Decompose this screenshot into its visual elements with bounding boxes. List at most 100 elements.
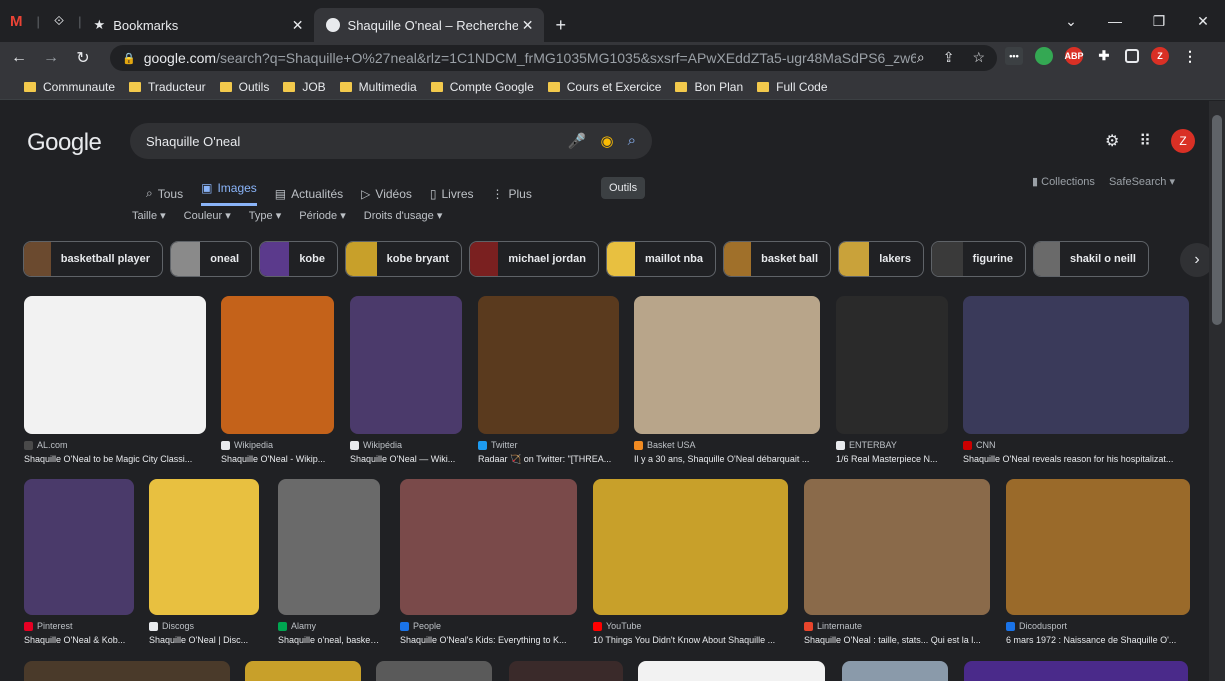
- safesearch-menu[interactable]: SafeSearch ▾: [1109, 175, 1175, 188]
- bookmark-folder[interactable]: Communaute: [24, 80, 115, 94]
- extension-colorful-icon[interactable]: [1035, 47, 1053, 65]
- related-chip[interactable]: shakil o neill: [1033, 241, 1149, 277]
- tab-bookmarks[interactable]: ★ Bookmarks ✕: [82, 8, 314, 42]
- bookmark-folder[interactable]: Compte Google: [430, 80, 534, 94]
- filter-rights[interactable]: Droits d'usage ▾: [364, 209, 443, 222]
- extensions-puzzle-icon[interactable]: ✚: [1095, 47, 1113, 65]
- back-icon[interactable]: ←: [6, 49, 32, 67]
- tab-more[interactable]: ⋮ Plus: [492, 181, 532, 206]
- google-account-avatar[interactable]: Z: [1171, 129, 1195, 153]
- tab-news[interactable]: ▤ Actualités: [275, 181, 343, 206]
- result-title[interactable]: Shaquille O'Neal - Wikip...: [221, 454, 334, 464]
- related-chip[interactable]: michael jordan: [469, 241, 599, 277]
- result-source[interactable]: Discogs: [149, 621, 259, 631]
- filter-size[interactable]: Taille ▾: [132, 209, 166, 222]
- side-panel-icon[interactable]: [1125, 49, 1139, 63]
- related-chip[interactable]: kobe bryant: [345, 241, 462, 277]
- related-chip[interactable]: lakers: [838, 241, 924, 277]
- result-title[interactable]: Shaquille O'Neal reveals reason for his …: [963, 454, 1189, 464]
- image-result-partial[interactable]: [842, 661, 948, 681]
- bookmark-folder[interactable]: Multimedia: [339, 80, 417, 94]
- restore-icon[interactable]: ❐: [1137, 13, 1181, 30]
- profile-avatar[interactable]: Z: [1151, 47, 1169, 65]
- tab-search-icon[interactable]: ⌄: [1049, 13, 1093, 30]
- image-result[interactable]: People Shaquille O'Neal's Kids: Everythi…: [400, 479, 577, 645]
- browser-menu-icon[interactable]: ⋮: [1181, 47, 1199, 65]
- image-result[interactable]: Dicodusport 6 mars 1972 : Naissance de S…: [1006, 479, 1190, 645]
- related-chip[interactable]: maillot nba: [606, 241, 716, 277]
- microphone-icon[interactable]: 🎤: [568, 132, 587, 150]
- image-result[interactable]: Twitter Radaar 🏹 on Twitter: "[THREA...: [478, 296, 619, 465]
- dev-icon[interactable]: ⟐: [54, 13, 64, 29]
- image-result-partial[interactable]: [24, 661, 230, 681]
- related-chip[interactable]: kobe: [259, 241, 338, 277]
- image-result[interactable]: YouTube 10 Things You Didn't Know About …: [593, 479, 788, 645]
- tab-all[interactable]: ⌕ Tous: [146, 181, 183, 206]
- tab-images[interactable]: ▣ Images: [201, 181, 257, 206]
- related-chip[interactable]: figurine: [931, 241, 1026, 277]
- result-title[interactable]: Shaquille o'neal, basket...: [278, 635, 380, 645]
- result-title[interactable]: Shaquille O'Neal : taille, stats... Qui …: [804, 635, 990, 645]
- result-image[interactable]: [149, 479, 259, 615]
- reload-icon[interactable]: ↻: [70, 48, 96, 68]
- tab-google-search[interactable]: Shaquille O'neal – Recherche Goo ✕: [313, 8, 544, 42]
- bookmark-folder[interactable]: Outils: [219, 80, 269, 94]
- result-title[interactable]: 10 Things You Didn't Know About Shaquill…: [593, 635, 788, 645]
- result-image[interactable]: [24, 296, 206, 434]
- result-image[interactable]: [593, 479, 788, 615]
- gmail-icon[interactable]: M: [10, 13, 23, 30]
- result-image[interactable]: [400, 479, 577, 615]
- bookmark-folder[interactable]: Full Code: [757, 80, 828, 94]
- image-result[interactable]: Basket USA Il y a 30 ans, Shaquille O'Ne…: [634, 296, 820, 464]
- bookmark-star-icon[interactable]: ☆: [972, 49, 985, 66]
- related-chip[interactable]: basket ball: [723, 241, 831, 277]
- tab-books[interactable]: ▯ Livres: [430, 181, 474, 206]
- bookmark-folder[interactable]: JOB: [283, 80, 326, 94]
- bookmark-folder[interactable]: Traducteur: [129, 80, 206, 94]
- new-tab-button[interactable]: +: [544, 8, 579, 42]
- result-source[interactable]: People: [400, 621, 577, 631]
- result-source[interactable]: Basket USA: [634, 440, 820, 450]
- zoom-search-icon[interactable]: ⌕: [917, 49, 925, 66]
- result-image[interactable]: [24, 479, 134, 615]
- lock-icon[interactable]: 🔒: [122, 52, 136, 65]
- forward-icon[interactable]: →: [38, 49, 64, 67]
- result-title[interactable]: 1/6 Real Masterpiece N...: [836, 454, 948, 464]
- bookmark-folder[interactable]: Cours et Exercice: [547, 80, 661, 94]
- image-result[interactable]: ENTERBAY 1/6 Real Masterpiece N...: [836, 296, 948, 464]
- image-result-partial[interactable]: [376, 661, 492, 681]
- result-source[interactable]: Wikipedia: [221, 440, 334, 450]
- google-logo[interactable]: Google: [27, 129, 102, 157]
- search-icon[interactable]: ⌕: [628, 132, 636, 150]
- image-result[interactable]: AL.com Shaquille O'Neal to be Magic City…: [24, 296, 206, 464]
- apps-grid-icon[interactable]: ⠿: [1139, 131, 1151, 151]
- image-result[interactable]: Pinterest Shaquille O'Neal & Kob...: [24, 479, 134, 645]
- result-image[interactable]: [836, 296, 948, 434]
- image-result[interactable]: Discogs Shaquille O'Neal | Disc...: [149, 479, 259, 645]
- result-source[interactable]: Linternaute: [804, 621, 990, 631]
- filter-time[interactable]: Période ▾: [299, 209, 346, 222]
- result-image[interactable]: [634, 296, 820, 434]
- tools-button[interactable]: Outils: [601, 177, 646, 199]
- image-result[interactable]: Linternaute Shaquille O'Neal : taille, s…: [804, 479, 990, 645]
- close-tab-icon[interactable]: ✕: [522, 17, 534, 34]
- image-result[interactable]: Alamy Shaquille o'neal, basket...: [278, 479, 380, 645]
- image-result-partial[interactable]: [509, 661, 623, 681]
- image-result-partial[interactable]: [245, 661, 361, 681]
- result-title[interactable]: Il y a 30 ans, Shaquille O'Neal débarqua…: [634, 454, 820, 464]
- result-image[interactable]: [963, 296, 1189, 434]
- share-icon[interactable]: ⇪: [943, 49, 955, 66]
- search-input[interactable]: Shaquille O'neal: [146, 134, 240, 149]
- result-title[interactable]: 6 mars 1972 : Naissance de Shaquille O'.…: [1006, 635, 1190, 645]
- result-title[interactable]: Shaquille O'Neal & Kob...: [24, 635, 134, 645]
- result-title[interactable]: Shaquille O'Neal | Disc...: [149, 635, 259, 645]
- result-source[interactable]: Alamy: [278, 621, 380, 631]
- result-title[interactable]: Radaar 🏹 on Twitter: "[THREA...: [478, 454, 619, 465]
- search-box[interactable]: Shaquille O'neal 🎤 ◉ ⌕: [130, 123, 652, 159]
- result-title[interactable]: Shaquille O'Neal's Kids: Everything to K…: [400, 635, 577, 645]
- collections-link[interactable]: ▮ Collections: [1032, 175, 1095, 188]
- result-image[interactable]: [478, 296, 619, 434]
- result-image[interactable]: [804, 479, 990, 615]
- result-title[interactable]: Shaquille O'Neal — Wiki...: [350, 454, 462, 464]
- result-source[interactable]: Pinterest: [24, 621, 134, 631]
